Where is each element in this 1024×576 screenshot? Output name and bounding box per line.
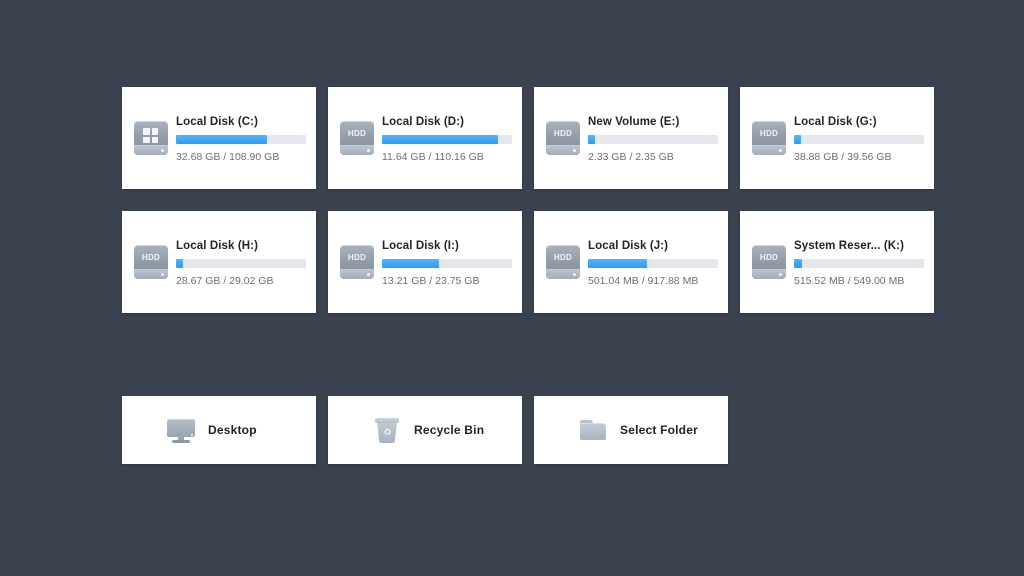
drive-card[interactable]: HDD Local Disk (H:) 28.67 GB / 29.02 GB — [122, 211, 316, 313]
drive-capacity-text: 501.04 MB / 917.88 MB — [588, 274, 699, 287]
shortcut-recycle-bin-button[interactable]: ♻ Recycle Bin — [328, 396, 522, 464]
windows-drive-icon — [134, 121, 168, 155]
drive-card[interactable]: Local Disk (C:) 32.68 GB / 108.90 GB — [122, 87, 316, 189]
shortcut-label: Recycle Bin — [414, 423, 485, 437]
shortcut-list: Desktop ♻ Recycle Bin Select Folder — [122, 396, 728, 464]
windows-logo-icon — [143, 128, 158, 143]
drive-picker-screen: Local Disk (C:) 32.68 GB / 108.90 GB HDD Lo… — [0, 0, 1024, 576]
drive-usage-bar-fill — [382, 258, 440, 268]
folder-icon — [578, 415, 608, 445]
drive-usage-bar — [588, 258, 718, 268]
drive-name: Local Disk (D:) — [382, 115, 465, 128]
drive-led-icon — [573, 149, 576, 152]
drive-led-icon — [367, 273, 370, 276]
drive-icon-label: HDD — [759, 253, 779, 262]
drive-capacity-text: 32.68 GB / 108.90 GB — [176, 150, 280, 163]
drive-led-icon — [779, 149, 782, 152]
hdd-icon: HDD — [546, 121, 580, 155]
drive-usage-bar-fill — [588, 134, 595, 144]
drive-info: Local Disk (G:) 38.88 GB / 39.56 GB — [794, 114, 924, 163]
drive-info: Local Disk (H:) 28.67 GB / 29.02 GB — [176, 238, 306, 287]
drive-list: Local Disk (C:) 32.68 GB / 108.90 GB HDD Lo… — [122, 87, 934, 313]
drive-info: System Reser... (K:) 515.52 MB / 549.00 M… — [794, 238, 924, 287]
hdd-icon: HDD — [340, 121, 374, 155]
drive-usage-bar — [382, 258, 512, 268]
drive-usage-bar-fill — [176, 258, 183, 268]
drive-icon-label: HDD — [553, 253, 573, 262]
drive-usage-bar-fill — [794, 258, 802, 268]
drive-led-icon — [161, 273, 164, 276]
drive-name: Local Disk (G:) — [794, 115, 877, 128]
drive-capacity-text: 2.33 GB / 2.35 GB — [588, 150, 674, 163]
drive-capacity-text: 28.67 GB / 29.02 GB — [176, 274, 274, 287]
drive-capacity-text: 38.88 GB / 39.56 GB — [794, 150, 892, 163]
drive-icon-label: HDD — [759, 129, 779, 138]
monitor-screen — [167, 419, 195, 437]
drive-icon-label: HDD — [347, 253, 367, 262]
drive-card[interactable]: HDD Local Disk (D:) 11.64 GB / 110.16 GB — [328, 87, 522, 189]
recycle-symbol-icon: ♻ — [383, 427, 392, 437]
drive-icon-label: HDD — [347, 129, 367, 138]
drive-info: Local Disk (I:) 13.21 GB / 23.75 GB — [382, 238, 512, 287]
shortcut-label: Desktop — [208, 423, 257, 437]
shortcut-select-folder-button[interactable]: Select Folder — [534, 396, 728, 464]
hdd-icon: HDD — [752, 121, 786, 155]
drive-led-icon — [573, 273, 576, 276]
drive-capacity-text: 13.21 GB / 23.75 GB — [382, 274, 480, 287]
drive-name: Local Disk (H:) — [176, 239, 259, 252]
drive-name: Local Disk (J:) — [588, 239, 669, 252]
drive-led-icon — [367, 149, 370, 152]
monitor-power-dot — [191, 433, 193, 436]
shortcut-desktop-button[interactable]: Desktop — [122, 396, 316, 464]
drive-led-icon — [779, 273, 782, 276]
drive-capacity-text: 11.64 GB / 110.16 GB — [382, 150, 484, 163]
folder-body — [580, 423, 606, 440]
drive-icon-label: HDD — [141, 253, 161, 262]
hdd-icon: HDD — [546, 245, 580, 279]
drive-usage-bar-fill — [176, 134, 267, 144]
hdd-icon: HDD — [752, 245, 786, 279]
drive-name: Local Disk (I:) — [382, 239, 459, 252]
drive-usage-bar — [176, 134, 306, 144]
drive-capacity-text: 515.52 MB / 549.00 MB — [794, 274, 905, 287]
monitor-icon — [166, 415, 196, 445]
drive-usage-bar — [176, 258, 306, 268]
bin-lid — [375, 418, 399, 423]
drive-info: Local Disk (C:) 32.68 GB / 108.90 GB — [176, 114, 306, 163]
drive-info: Local Disk (J:) 501.04 MB / 917.88 MB — [588, 238, 718, 287]
drive-usage-bar — [382, 134, 512, 144]
monitor-base — [172, 440, 190, 443]
drive-name: New Volume (E:) — [588, 115, 680, 128]
drive-card[interactable]: HDD Local Disk (G:) 38.88 GB / 39.56 GB — [740, 87, 934, 189]
drive-info: Local Disk (D:) 11.64 GB / 110.16 GB — [382, 114, 512, 163]
drive-card[interactable]: HDD System Reser... (K:) 515.52 MB / 549.0… — [740, 211, 934, 313]
drive-usage-bar — [588, 134, 718, 144]
drive-usage-bar — [794, 258, 924, 268]
drive-name: System Reser... (K:) — [794, 239, 905, 252]
hdd-icon: HDD — [340, 245, 374, 279]
recycle-bin-icon: ♻ — [372, 415, 402, 445]
hdd-icon: HDD — [134, 245, 168, 279]
drive-info: New Volume (E:) 2.33 GB / 2.35 GB — [588, 114, 718, 163]
drive-led-icon — [161, 149, 164, 152]
drive-name: Local Disk (C:) — [176, 115, 259, 128]
drive-card[interactable]: HDD Local Disk (J:) 501.04 MB / 917.88 MB — [534, 211, 728, 313]
drive-card[interactable]: HDD Local Disk (I:) 13.21 GB / 23.75 GB — [328, 211, 522, 313]
drive-card[interactable]: HDD New Volume (E:) 2.33 GB / 2.35 GB — [534, 87, 728, 189]
shortcut-label: Select Folder — [620, 423, 698, 437]
drive-usage-bar-fill — [588, 258, 647, 268]
drive-icon-label: HDD — [553, 129, 573, 138]
drive-usage-bar-fill — [382, 134, 498, 144]
drive-usage-bar-fill — [794, 134, 801, 144]
drive-usage-bar — [794, 134, 924, 144]
